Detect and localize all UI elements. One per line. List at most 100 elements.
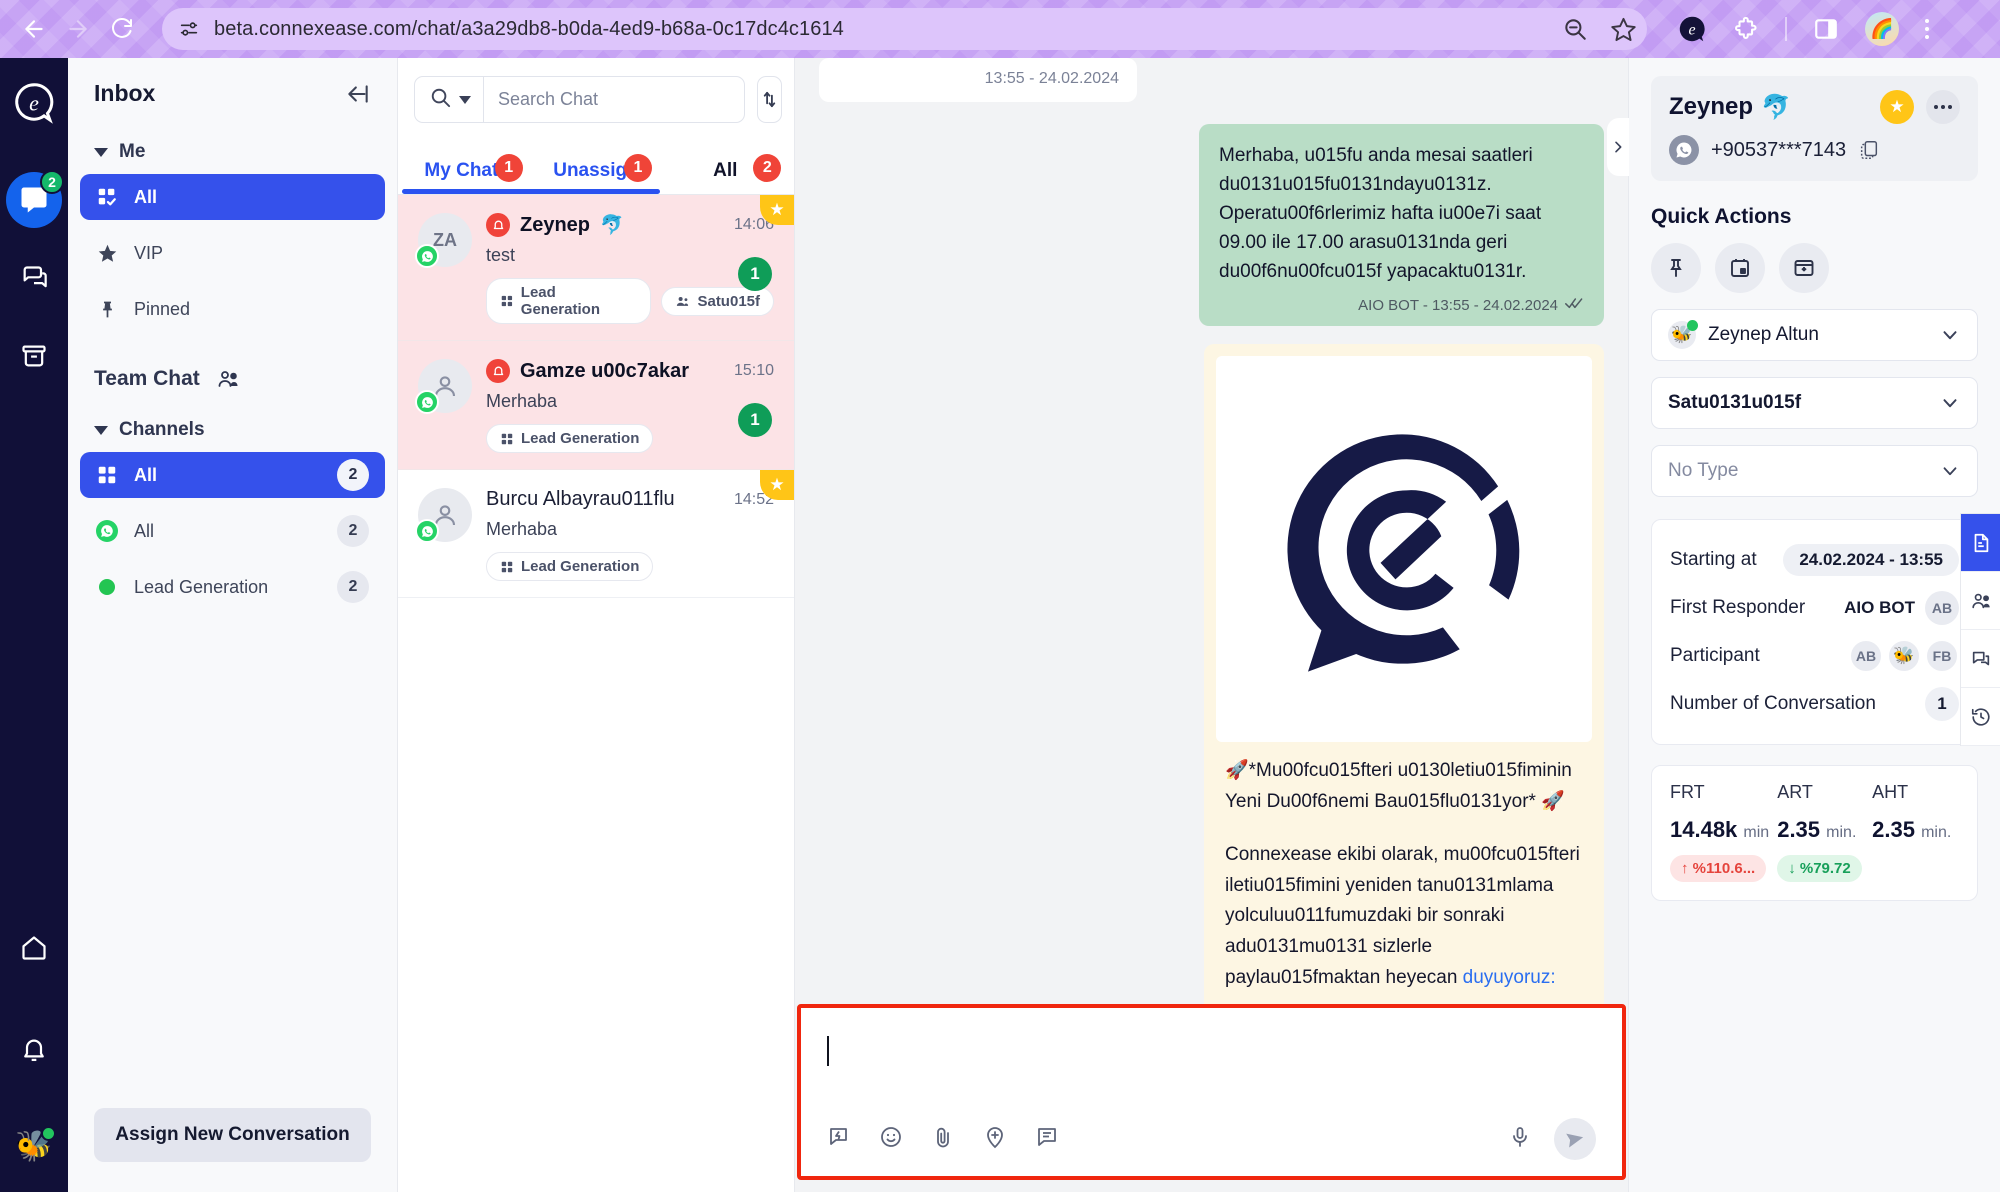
list-item-name: Burcu Albayrau011flu bbox=[486, 488, 675, 510]
tab-all[interactable]: All 2 bbox=[661, 154, 790, 194]
reload-icon[interactable] bbox=[102, 9, 142, 49]
back-arrow-icon[interactable] bbox=[14, 9, 54, 49]
tab-details[interactable] bbox=[1961, 514, 2000, 572]
avatar[interactable]: 🐝 bbox=[12, 1124, 56, 1168]
info-row-number-of-conversation: Number of Conversation 1 bbox=[1670, 680, 1959, 728]
add-people-icon[interactable] bbox=[216, 367, 240, 391]
sidebar-item-count: 2 bbox=[337, 571, 369, 603]
calendar-icon[interactable] bbox=[1715, 243, 1765, 293]
profile-avatar[interactable]: 🌈 bbox=[1865, 12, 1899, 46]
note-icon[interactable] bbox=[1035, 1125, 1059, 1154]
rail-item-chat[interactable]: 2 bbox=[6, 170, 64, 228]
section-me[interactable]: Me bbox=[68, 117, 397, 169]
connexease-logo-image bbox=[1216, 356, 1592, 743]
message-input-area[interactable] bbox=[801, 1008, 1622, 1176]
metric-unit: min bbox=[1743, 824, 1770, 841]
sidebar-item-count: 2 bbox=[337, 515, 369, 547]
list-item-time: 15:10 bbox=[733, 362, 774, 379]
more-horizontal-icon[interactable] bbox=[1926, 90, 1960, 124]
attachment-icon[interactable] bbox=[931, 1125, 955, 1154]
type-value: No Type bbox=[1668, 460, 1739, 481]
info-row-first-responder: First Responder AIO BOT AB bbox=[1670, 584, 1959, 632]
assignee-select[interactable]: 🐝 Zeynep Altun bbox=[1651, 309, 1978, 361]
canned-response-icon[interactable] bbox=[827, 1125, 851, 1154]
tab-badge: 1 bbox=[494, 154, 523, 182]
green-dot-icon bbox=[96, 579, 118, 595]
whatsapp-icon bbox=[415, 390, 439, 414]
sidebar-item-vip[interactable]: VIP bbox=[80, 230, 385, 276]
info-row-starting-at: Starting at 24.02.2024 - 13:55 bbox=[1670, 536, 1959, 584]
info-label: Number of Conversation bbox=[1670, 693, 1876, 714]
tag-lead-generation[interactable]: Lead Generation bbox=[486, 552, 654, 581]
microphone-icon[interactable] bbox=[1508, 1125, 1532, 1154]
sort-updown-icon[interactable] bbox=[757, 76, 782, 123]
avatar: AB bbox=[1925, 591, 1959, 625]
starting-at-value: 24.02.2024 - 13:55 bbox=[1783, 544, 1959, 576]
rail-item-archive[interactable] bbox=[6, 328, 62, 384]
connexease-extension-icon[interactable]: e bbox=[1677, 14, 1707, 44]
copy-icon[interactable] bbox=[1858, 139, 1880, 161]
card-link[interactable]: duyuyoruz: bbox=[1463, 967, 1556, 988]
tab-contacts[interactable] bbox=[1961, 572, 2000, 630]
pin-icon[interactable] bbox=[1651, 243, 1701, 293]
tab-history[interactable] bbox=[1961, 688, 2000, 746]
list-item[interactable]: ★ Burcu Albayrau011flu 14:52 Merhaba Lea… bbox=[398, 470, 794, 598]
online-status-dot bbox=[41, 1126, 56, 1141]
star-filled-icon[interactable]: ★ bbox=[1880, 90, 1914, 124]
sidebar-item-channel-whatsapp[interactable]: All 2 bbox=[80, 508, 385, 554]
pin-icon bbox=[96, 299, 118, 320]
omnibox[interactable]: beta.connexease.com/chat/a3a29db8-b0da-4… bbox=[162, 8, 1647, 50]
forward-arrow-icon[interactable] bbox=[58, 9, 98, 49]
svg-text:e: e bbox=[29, 90, 39, 115]
side-panel-icon[interactable] bbox=[1813, 16, 1839, 42]
collapse-panel-icon[interactable] bbox=[345, 81, 371, 107]
tag-lead-generation[interactable]: Lead Generation bbox=[486, 278, 652, 324]
rail-item-home[interactable] bbox=[6, 920, 62, 976]
tag-lead-generation[interactable]: Lead Generation bbox=[486, 424, 654, 453]
list-item[interactable]: ★ ZA Zeynep 🐬 14:06 test Lead Generation… bbox=[398, 195, 794, 341]
search-filter-dropdown[interactable] bbox=[415, 77, 484, 122]
avatar: AB bbox=[1849, 639, 1883, 673]
sidebar-item-pinned[interactable]: Pinned bbox=[80, 286, 385, 332]
sidebar-item-me-all[interactable]: All bbox=[80, 174, 385, 220]
extensions-puzzle-icon[interactable] bbox=[1733, 16, 1759, 42]
send-button[interactable] bbox=[1554, 1118, 1596, 1160]
tab-notes[interactable] bbox=[1961, 630, 2000, 688]
assign-new-conversation-button[interactable]: Assign New Conversation bbox=[94, 1108, 371, 1162]
sidebar-item-channel-all[interactable]: All 2 bbox=[80, 452, 385, 498]
toolbar-divider bbox=[1785, 17, 1787, 41]
tab-badge: 2 bbox=[753, 154, 782, 182]
team-chat-header[interactable]: Team Chat bbox=[68, 337, 397, 395]
list-item[interactable]: Gamze u00c7akar 15:10 Merhaba Lead Gener… bbox=[398, 341, 794, 470]
list-item-name: Gamze u00c7akar bbox=[520, 359, 690, 382]
message-meta: AIO BOT - 13:55 - 24.02.2024 bbox=[1219, 296, 1584, 314]
connexease-logo-icon[interactable]: e bbox=[12, 80, 56, 124]
star-icon[interactable] bbox=[1610, 16, 1637, 43]
type-select[interactable]: No Type bbox=[1651, 445, 1978, 497]
site-settings-icon[interactable] bbox=[178, 18, 200, 40]
zoom-out-icon[interactable] bbox=[1562, 16, 1588, 42]
emoji-icon[interactable] bbox=[879, 1125, 903, 1154]
search-box[interactable] bbox=[414, 76, 745, 123]
chrome-menu-icon[interactable] bbox=[1925, 19, 1929, 39]
sidebar-item-lead-generation[interactable]: Lead Generation 2 bbox=[80, 564, 385, 610]
metric-unit: min. bbox=[1921, 824, 1952, 841]
contact-name: Zeynep bbox=[1669, 93, 1754, 120]
expand-right-icon[interactable] bbox=[1607, 118, 1629, 176]
rail-item-conversations[interactable] bbox=[6, 250, 62, 306]
metric-value: 2.35 bbox=[1872, 817, 1915, 842]
metric-art: ART 2.35 min. ↓ %79.72 bbox=[1777, 782, 1864, 882]
search-input[interactable] bbox=[484, 77, 744, 122]
rail-item-notifications[interactable] bbox=[6, 1022, 62, 1078]
location-icon[interactable] bbox=[983, 1125, 1007, 1154]
list-item-tags: Lead Generation Satu015f bbox=[486, 278, 774, 324]
metric-label: ART bbox=[1777, 782, 1813, 802]
sidebar-item-label: Pinned bbox=[134, 298, 191, 319]
archive-download-icon[interactable] bbox=[1779, 243, 1829, 293]
team-select[interactable]: Satu0131u015f bbox=[1651, 377, 1978, 429]
section-channels[interactable]: Channels bbox=[68, 395, 397, 447]
chevron-down-icon bbox=[1939, 392, 1961, 414]
composer-toolbar bbox=[827, 1118, 1596, 1160]
team-value: Satu0131u015f bbox=[1668, 392, 1802, 413]
info-label: Starting at bbox=[1670, 549, 1757, 570]
